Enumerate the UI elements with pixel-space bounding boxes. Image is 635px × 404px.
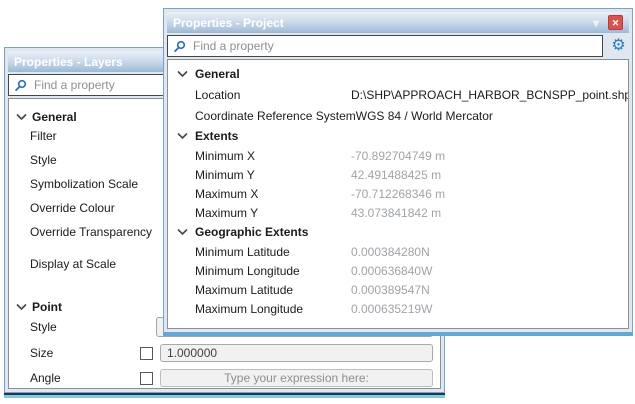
point-size-row: Size bbox=[9, 342, 440, 364]
section-label: General bbox=[195, 67, 240, 81]
property-label: Maximum Y bbox=[195, 206, 351, 220]
property-row-minimum-latitude: Minimum Latitude 0.000384280N bbox=[168, 242, 628, 261]
property-row-minimum-y: Minimum Y 42.491488425 m bbox=[168, 165, 628, 184]
project-search-box[interactable] bbox=[167, 35, 603, 57]
property-label: Angle bbox=[30, 371, 136, 385]
property-value: 42.491488425 m bbox=[351, 168, 441, 182]
property-value: 0.000636840W bbox=[351, 264, 432, 278]
property-label: Filter bbox=[30, 129, 57, 143]
chevron-down-icon bbox=[176, 228, 189, 236]
property-label: Minimum Latitude bbox=[195, 245, 351, 259]
size-value-input[interactable] bbox=[160, 344, 433, 362]
property-label: Minimum Longitude bbox=[195, 264, 351, 278]
property-row-maximum-x: Maximum X -70.712268346 m bbox=[168, 184, 628, 203]
property-label: Override Colour bbox=[30, 201, 115, 215]
gear-icon[interactable]: ⚙ bbox=[608, 35, 629, 57]
chevron-down-icon bbox=[15, 303, 28, 311]
property-value: 0.000389547N bbox=[351, 283, 430, 297]
property-label: Maximum Latitude bbox=[195, 283, 351, 297]
property-label: Override Transparency bbox=[30, 225, 152, 239]
section-label: General bbox=[32, 110, 77, 124]
property-label: Location bbox=[195, 88, 351, 102]
screenshot-root: { "left_panel": { "title": "Properties -… bbox=[0, 0, 635, 404]
property-row-maximum-latitude: Maximum Latitude 0.000389547N bbox=[168, 280, 628, 299]
chevron-down-icon bbox=[15, 113, 28, 121]
property-label: Maximum X bbox=[195, 187, 351, 201]
chevron-down-icon bbox=[176, 70, 189, 78]
point-angle-row: Angle bbox=[9, 367, 440, 389]
property-row-minimum-x: Minimum X -70.892704749 m bbox=[168, 146, 628, 165]
property-label: Minimum Y bbox=[195, 168, 351, 182]
property-row-minimum-longitude: Minimum Longitude 0.000636840W bbox=[168, 261, 628, 280]
close-icon[interactable]: ✕ bbox=[608, 15, 623, 30]
property-label: Coordinate Reference System bbox=[195, 109, 356, 123]
property-label: Minimum X bbox=[195, 149, 351, 163]
angle-expression-input[interactable] bbox=[160, 369, 433, 387]
property-value: 0.000635219W bbox=[351, 302, 432, 316]
property-value: 0.000384280N bbox=[351, 245, 430, 259]
properties-project-titlebar[interactable]: Properties - Project ▾ ✕ bbox=[167, 12, 629, 33]
property-label: Display at Scale bbox=[30, 257, 116, 271]
find-property-input[interactable] bbox=[193, 39, 597, 53]
property-row-maximum-y: Maximum Y 43.073841842 m bbox=[168, 203, 628, 222]
property-value: 43.073841842 m bbox=[351, 206, 441, 220]
property-value: D:\SHP\APPROACH_HARBOR_BCNSPP_point.shp bbox=[351, 88, 629, 102]
window-title: Properties - Project bbox=[173, 16, 593, 30]
project-property-list: General Location D:\SHP\APPROACH_HARBOR_… bbox=[167, 59, 629, 329]
properties-project-window: Properties - Project ▾ ✕ ⚙ General Locat… bbox=[163, 8, 633, 333]
property-value: -70.712268346 m bbox=[351, 187, 445, 201]
window-menu-caret-icon[interactable]: ▾ bbox=[593, 17, 599, 29]
property-value: -70.892704749 m bbox=[351, 149, 445, 163]
section-header-general[interactable]: General bbox=[168, 64, 628, 84]
search-icon bbox=[173, 40, 186, 53]
property-label: Style bbox=[30, 320, 156, 334]
property-row-crs: Coordinate Reference System WGS 84 / Wor… bbox=[168, 105, 628, 126]
chevron-down-icon bbox=[176, 132, 189, 140]
section-header-extents[interactable]: Extents bbox=[168, 126, 628, 146]
size-expression-checkbox[interactable] bbox=[140, 347, 153, 360]
property-label: Style bbox=[30, 153, 57, 167]
section-label: Geographic Extents bbox=[195, 225, 308, 239]
property-row-maximum-longitude: Maximum Longitude 0.000635219W bbox=[168, 299, 628, 318]
angle-expression-checkbox[interactable] bbox=[140, 372, 153, 385]
section-label: Extents bbox=[195, 129, 238, 143]
property-value: WGS 84 / World Mercator bbox=[356, 109, 493, 123]
property-label: Size bbox=[30, 346, 136, 360]
project-search-row: ⚙ bbox=[167, 35, 629, 57]
property-label: Maximum Longitude bbox=[195, 302, 351, 316]
property-label: Symbolization Scale bbox=[30, 177, 138, 191]
search-icon bbox=[14, 79, 27, 92]
section-header-geographic-extents[interactable]: Geographic Extents bbox=[168, 222, 628, 242]
property-row-location: Location D:\SHP\APPROACH_HARBOR_BCNSPP_p… bbox=[168, 84, 628, 105]
section-label: Point bbox=[32, 300, 62, 314]
